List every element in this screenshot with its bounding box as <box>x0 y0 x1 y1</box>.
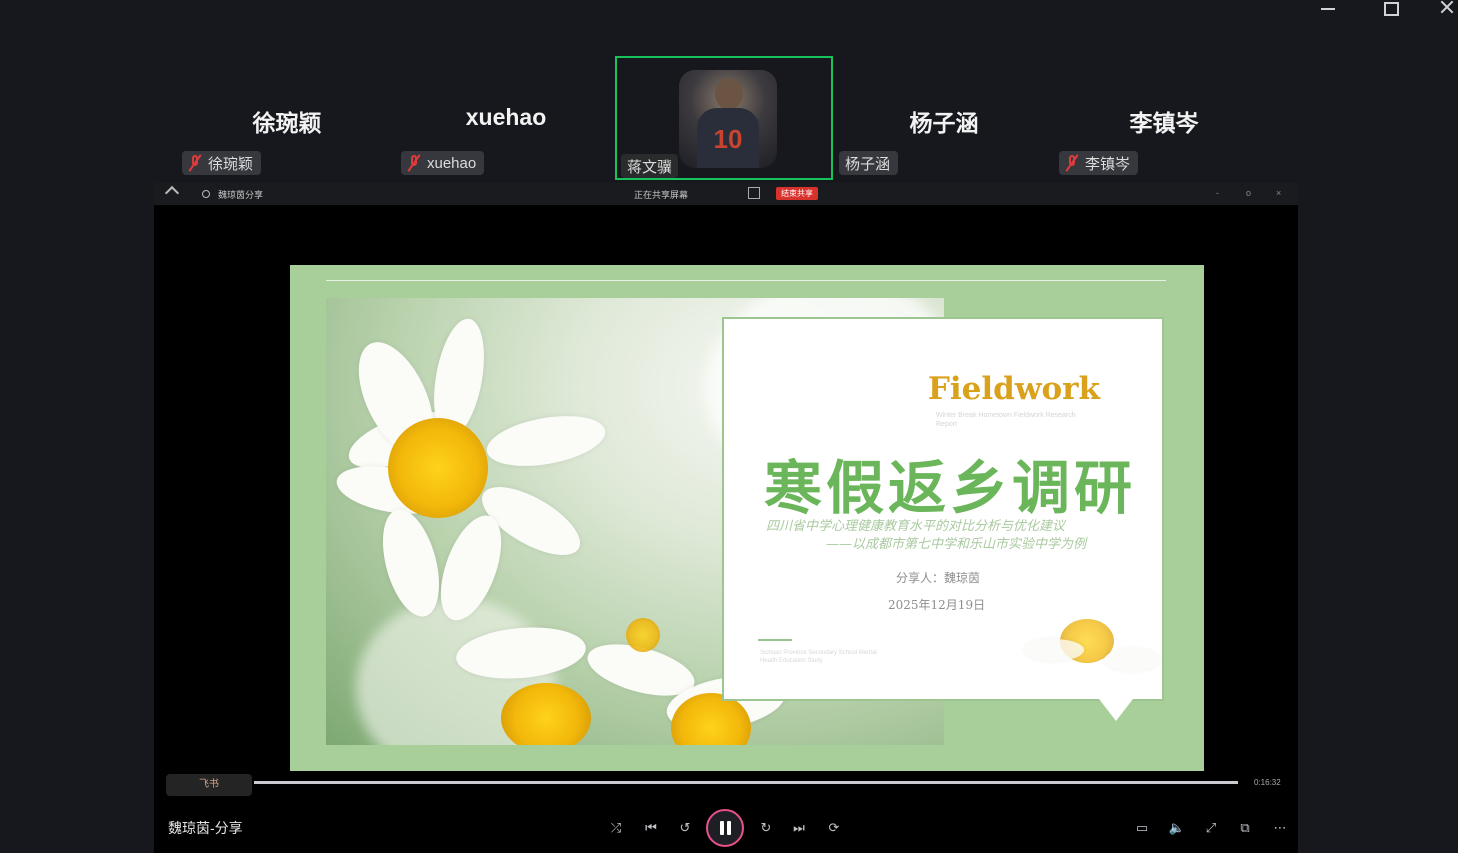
screen-icon[interactable]: ▭ <box>1133 819 1151 837</box>
minimize-button[interactable] <box>1313 0 1343 18</box>
shuffle-icon[interactable]: ⤮ <box>607 819 625 837</box>
home-icon[interactable] <box>166 188 178 200</box>
loop-icon[interactable]: ⟳ <box>825 819 843 837</box>
forward-icon[interactable]: ↻ <box>757 819 775 837</box>
slide-presenter: 分享人：魏琼茵 <box>896 571 981 585</box>
participant-tag: 蒋文骥 <box>621 154 679 178</box>
app-watermark: 飞书 <box>166 774 252 796</box>
mic-muted-icon <box>407 154 421 172</box>
participant-tile[interactable]: 李镇岑 李镇岑 <box>1055 56 1273 180</box>
slide-date: 2025年12月19日 <box>888 598 986 612</box>
participant-name: xuehao <box>465 104 547 130</box>
avatar: 10 <box>679 70 777 168</box>
participant-tag: 徐琬颖 <box>182 151 262 175</box>
participant-tag-label: 蒋文骥 <box>627 158 673 176</box>
participant-tag-label: xuehao <box>427 154 477 172</box>
slide-english-subtitle: Winter Break Hometown Fieldwork Research… <box>936 412 1076 428</box>
slide-chinese-title: 寒假返乡调研 <box>764 454 1137 522</box>
share-title: 魏琼茵分享 <box>218 190 264 200</box>
previous-icon[interactable]: ⏮ <box>642 819 660 837</box>
participant-name: 徐琬颖 <box>252 110 322 136</box>
title-card: Fieldwork Winter Break Hometown Fieldwor… <box>722 317 1164 701</box>
participant-tile-active-speaker[interactable]: 10 蒋文骥 <box>615 56 833 180</box>
share-restore-button[interactable]: o <box>1246 189 1254 198</box>
participant-tag-label: 杨子涵 <box>845 155 891 173</box>
time-readout: 0:16:32 <box>1254 778 1281 787</box>
participant-tag: 杨子涵 <box>839 151 899 175</box>
participant-name: 李镇岑 <box>1129 110 1199 136</box>
maximize-button[interactable] <box>1375 0 1405 18</box>
next-icon[interactable]: ⏭ <box>790 819 808 837</box>
pause-button[interactable] <box>706 809 744 847</box>
progress-fill <box>254 781 1238 784</box>
mic-muted-icon <box>188 154 202 172</box>
participant-tag-label: 李镇岑 <box>1085 155 1131 173</box>
participant-tag: 李镇岑 <box>1059 151 1139 175</box>
slide-subtitle-line2: ——以成都市第七中学和乐山市实验中学为例 <box>826 537 1087 552</box>
record-icon <box>202 190 210 198</box>
meeting-title: 魏琼茵-分享 <box>168 820 243 836</box>
rewind-icon[interactable]: ↺ <box>676 819 694 837</box>
end-share-button[interactable]: 结束共享 <box>776 187 818 200</box>
participant-tile[interactable]: 徐琬颖 徐琬颖 <box>178 56 396 180</box>
avatar-jersey-number: 10 <box>713 124 743 154</box>
participant-tile[interactable]: 杨子涵 杨子涵 <box>835 56 1053 180</box>
annotate-icon[interactable] <box>748 187 760 199</box>
picture-in-picture-icon[interactable]: ⧉ <box>1236 819 1254 837</box>
progress-bar[interactable] <box>254 781 1238 784</box>
volume-icon[interactable]: 🔈 <box>1168 819 1186 837</box>
participant-name: 杨子涵 <box>909 110 979 136</box>
presentation-slide: Fieldwork Winter Break Hometown Fieldwor… <box>290 265 1204 771</box>
shared-screen: 魏琼茵分享 正在共享屏幕 结束共享 - o × Fieldwork Winter… <box>154 183 1298 853</box>
share-close-button[interactable]: × <box>1276 189 1284 198</box>
close-button[interactable] <box>1432 0 1458 18</box>
participant-tile[interactable]: xuehao xuehao <box>397 56 615 180</box>
share-toolbar: 魏琼茵分享 正在共享屏幕 结束共享 - o × <box>154 183 1298 205</box>
mic-muted-icon <box>1065 154 1079 172</box>
more-icon[interactable]: ⋯ <box>1271 819 1289 837</box>
share-minimize-button[interactable]: - <box>1216 189 1224 198</box>
participant-tag-label: 徐琬颖 <box>208 155 254 173</box>
fullscreen-icon[interactable]: ⤢ <box>1202 819 1220 837</box>
participant-tag: xuehao <box>401 151 485 175</box>
slide-english-title: Fieldwork <box>927 371 1100 407</box>
slide-fine-print: Sichuan Province Secondary School Mental… <box>760 650 877 664</box>
share-status: 正在共享屏幕 <box>634 190 689 200</box>
slide-subtitle-line1: 四川省中学心理健康教育水平的对比分析与优化建议 <box>766 519 1066 534</box>
